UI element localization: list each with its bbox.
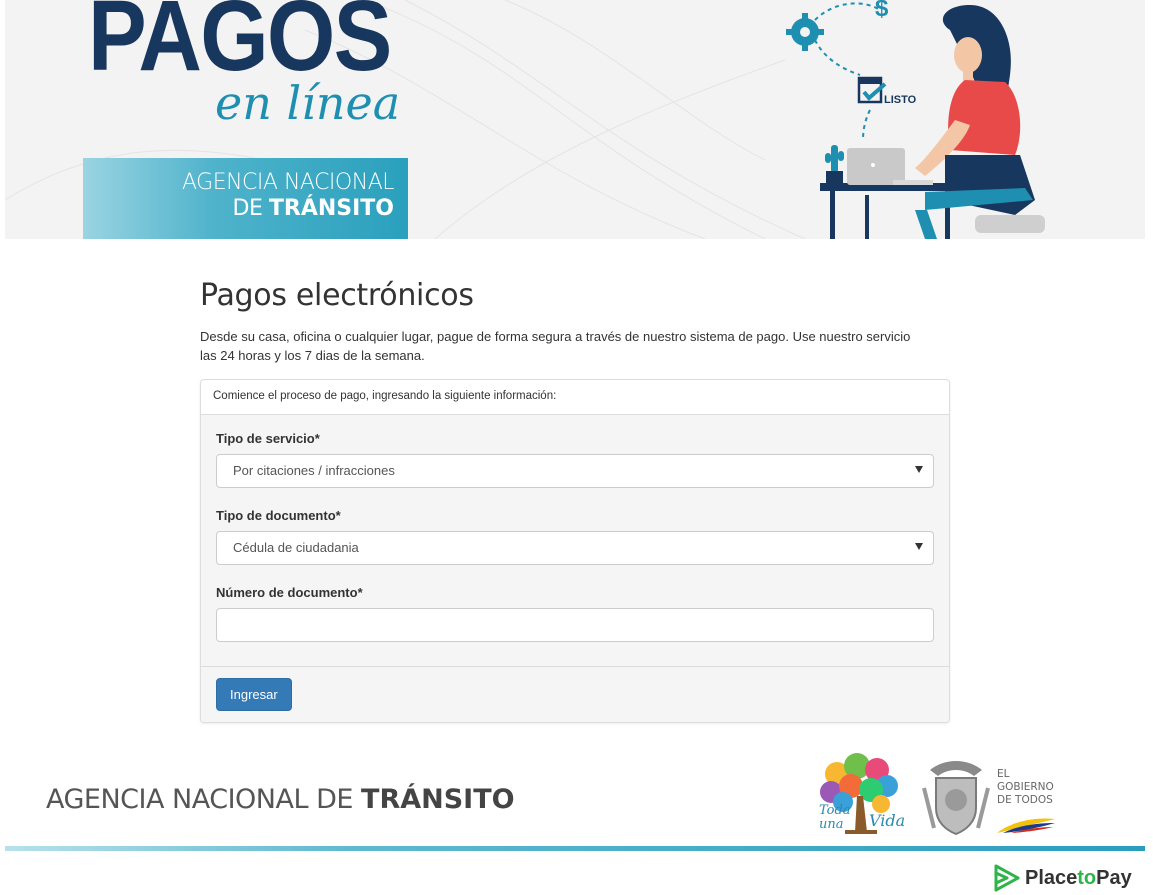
agency-logo-line2: DE TRÁNSITO — [233, 196, 394, 221]
document-type-value: Cédula de ciudadania — [233, 540, 359, 555]
ingresar-button[interactable]: Ingresar — [216, 678, 292, 711]
agency-logo-bold: TRÁNSITO — [268, 196, 394, 221]
panel-heading: Comience el proceso de pago, ingresando … — [201, 380, 949, 415]
document-number-input[interactable] — [216, 608, 934, 642]
toda-una-vida-logo: Toda una Vida — [819, 753, 905, 834]
una-text: una — [819, 817, 844, 832]
calendar-check-icon — [857, 76, 887, 104]
woman-at-desk-illustration: $ — [786, 0, 1045, 239]
footer-agency-prefix: AGENCIA NACIONAL DE — [46, 784, 362, 815]
gear-icon — [786, 13, 824, 51]
vida-text: Vida — [869, 811, 905, 830]
service-type-label: Tipo de servicio* — [216, 431, 320, 446]
payment-form-panel: Comience el proceso de pago, ingresando … — [200, 379, 950, 723]
agency-logo-line1: AGENCIA NACIONAL — [181, 170, 395, 195]
gobierno-line3: DE TODOS — [997, 794, 1053, 806]
placetopay-wordmark: PlacetoPay — [1025, 867, 1132, 890]
footer-agency-bold: TRÁNSITO — [361, 784, 515, 815]
placetopay-pay: Pay — [1096, 867, 1132, 889]
listo-label: LISTO — [884, 94, 917, 106]
ecuador-coat-of-arms-icon — [922, 761, 990, 836]
agency-logo-box: AGENCIA NACIONAL DE TRÁNSITO — [83, 158, 408, 239]
chevron-down-icon — [915, 466, 923, 473]
en-linea-subtitle: en línea — [215, 76, 401, 130]
document-type-select[interactable]: Cédula de ciudadania — [216, 531, 934, 565]
placetopay-arrow-icon — [994, 864, 1020, 892]
dollar-icon: $ — [875, 0, 889, 22]
document-number-label: Número de documento* — [216, 585, 363, 600]
service-type-select[interactable]: Por citaciones / infracciones — [216, 454, 934, 488]
panel-footer: Ingresar — [201, 667, 949, 722]
panel-body: Tipo de servicio* Por citaciones / infra… — [201, 415, 949, 667]
footer-agency-logo: AGENCIA NACIONAL DE TRÁNSITO — [46, 784, 515, 815]
document-type-label: Tipo de documento* — [216, 508, 341, 523]
page-title: Pagos electrónicos — [200, 278, 474, 313]
gobierno-line2: GOBIERNO — [997, 781, 1054, 793]
intro-text: Desde su casa, oficina o cualquier lugar… — [200, 329, 911, 363]
cactus-icon — [825, 145, 844, 183]
placetopay-place: Place — [1025, 867, 1078, 889]
toda-text: Toda — [819, 803, 851, 818]
header-banner: PAGOS en línea AGENCIA NACIONAL DE TRÁNS… — [5, 0, 1145, 239]
placetopay-to: to — [1077, 867, 1097, 889]
gobierno-line1: EL — [997, 768, 1010, 780]
chevron-down-icon — [915, 543, 923, 550]
pagos-title: PAGOS — [88, 0, 392, 92]
agency-logo-prefix: DE — [232, 196, 269, 221]
footer-divider — [5, 846, 1145, 851]
main-content: Pagos electrónicos Desde su casa, oficin… — [200, 278, 950, 723]
flag-swoosh-icon — [997, 818, 1055, 833]
service-type-value: Por citaciones / infracciones — [233, 463, 395, 478]
gobierno-de-todos-text: EL GOBIERNO DE TODOS — [997, 768, 1054, 807]
